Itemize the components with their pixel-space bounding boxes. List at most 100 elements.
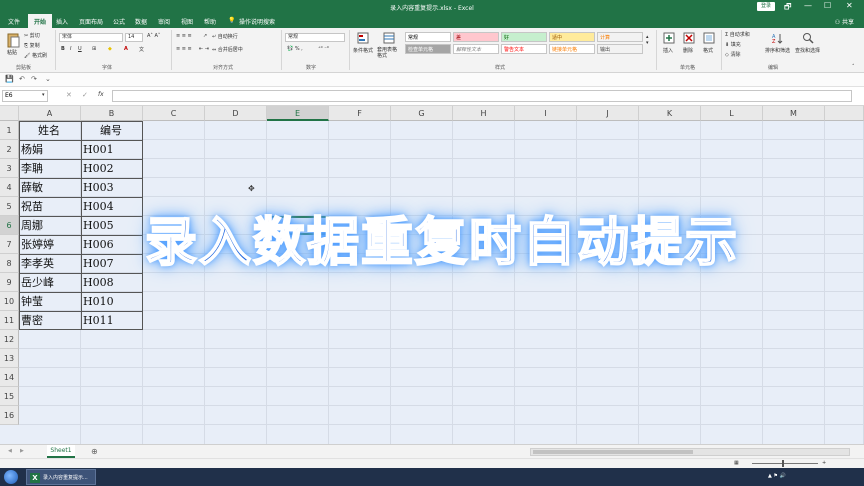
column-header-overflow[interactable]	[825, 106, 864, 121]
row-header-16[interactable]: 16	[0, 406, 19, 425]
row-header-12[interactable]: 12	[0, 330, 19, 349]
tab-home[interactable]: 开始	[28, 14, 53, 28]
row-header-15[interactable]: 15	[0, 387, 19, 406]
maximize-icon[interactable]: ☐	[824, 1, 831, 10]
style-normal[interactable]: 常规	[405, 32, 451, 42]
table-cell[interactable]: H010	[83, 292, 143, 311]
close-icon[interactable]: ✕	[846, 1, 853, 10]
normal-view-icon[interactable]: ▦	[734, 460, 739, 466]
collapse-ribbon-icon[interactable]: ˄	[852, 64, 855, 70]
next-sheet-icon[interactable]: ▶	[20, 448, 24, 454]
row-header-8[interactable]: 8	[0, 254, 19, 273]
tab-formulas[interactable]: 公式	[113, 17, 125, 26]
taskbar-excel-button[interactable]: X 录入内容重复提示...	[26, 469, 96, 485]
tray-icons[interactable]: ▲ ⚑ 🔊	[768, 473, 786, 479]
prev-sheet-icon[interactable]: ◀	[8, 448, 12, 454]
borders-icon[interactable]: ⊞	[92, 46, 96, 52]
column-header-k[interactable]: K	[639, 106, 701, 121]
column-header-j[interactable]: J	[577, 106, 639, 121]
enter-icon[interactable]: ✓	[82, 91, 88, 99]
zoom-slider[interactable]	[752, 460, 818, 467]
table-cell[interactable]: 曹密	[21, 311, 81, 330]
column-header-l[interactable]: L	[701, 106, 763, 121]
column-header-m[interactable]: M	[763, 106, 825, 121]
fill-color-icon[interactable]: ◆	[108, 46, 112, 52]
worksheet-grid[interactable]: ABCDEFGHIJKLM 1 2 3 4 5 6 7 8 9 10 11 12 13 14 15 16 姓名…	[0, 106, 864, 444]
italic-icon[interactable]: I	[70, 46, 71, 52]
tab-file[interactable]: 文件	[8, 17, 20, 26]
style-neutral[interactable]: 适中	[549, 32, 595, 42]
table-cell[interactable]: 李聃	[21, 159, 81, 178]
sheet-tab-sheet1[interactable]: Sheet1	[47, 445, 75, 458]
fx-icon[interactable]: fx	[98, 91, 104, 98]
tell-me-search[interactable]: 操作说明搜索	[239, 17, 275, 26]
style-linked-cell[interactable]: 链接单元格	[549, 44, 595, 54]
merge-center-button[interactable]: ⇔ 合并后居中	[212, 46, 243, 53]
redo-icon[interactable]: ↷	[31, 75, 37, 83]
table-cell[interactable]: H002	[83, 159, 143, 178]
delete-cells-icon[interactable]	[683, 32, 695, 44]
add-sheet-icon[interactable]: ⊕	[91, 447, 98, 456]
column-header-d[interactable]: D	[205, 106, 267, 121]
share-button[interactable]: ⚇ 共享	[835, 17, 854, 26]
font-size-select[interactable]: 14	[125, 33, 143, 42]
style-check-cell[interactable]: 检查单元格	[405, 44, 451, 54]
row-header-6[interactable]: 6	[0, 216, 19, 235]
style-explanatory[interactable]: 解释性文本	[453, 44, 499, 54]
font-name-select[interactable]: 宋体	[59, 33, 123, 42]
row-header-2[interactable]: 2	[0, 140, 19, 159]
format-painter-button[interactable]: 🖌 格式刷	[24, 52, 47, 59]
table-cell[interactable]: 岳少峰	[21, 273, 81, 292]
column-header-a[interactable]: A	[19, 106, 81, 121]
minimize-icon[interactable]: —	[804, 1, 812, 10]
paste-icon[interactable]	[6, 32, 20, 48]
sort-filter-label[interactable]: 排序和筛选	[765, 47, 790, 54]
format-label[interactable]: 格式	[703, 47, 713, 54]
find-select-label[interactable]: 查找和选择	[795, 47, 820, 54]
name-box-dropdown-icon[interactable]: ▾	[42, 92, 45, 98]
table-cell[interactable]: H008	[83, 273, 143, 292]
select-all-corner[interactable]	[0, 106, 19, 121]
left-align-icon[interactable]: ≡ ≡ ≡	[176, 46, 192, 52]
autosum-button[interactable]: Σ 自动求和	[725, 31, 750, 38]
column-header-g[interactable]: G	[391, 106, 453, 121]
font-color-icon[interactable]: A	[124, 46, 128, 52]
ribbon-display-icon[interactable]: 🗗	[784, 1, 792, 15]
column-header-c[interactable]: C	[143, 106, 205, 121]
table-format-label[interactable]: 套用表格格式	[377, 47, 401, 59]
indent-icon[interactable]: ⇤ ⇥	[199, 46, 209, 52]
decimal-icon[interactable]: ⁺⁰ ⁻⁰	[318, 46, 329, 52]
insert-cells-icon[interactable]	[663, 32, 675, 44]
font-grow-icon[interactable]: A˄ A˅	[147, 33, 160, 39]
style-bad[interactable]: 差	[453, 32, 499, 42]
style-warning[interactable]: 警告文本	[501, 44, 547, 54]
zoom-in-icon[interactable]: +	[822, 460, 826, 466]
scroll-thumb[interactable]	[533, 450, 693, 454]
row-header-11[interactable]: 11	[0, 311, 19, 330]
row-header-13[interactable]: 13	[0, 349, 19, 368]
table-header-cell[interactable]: 姓名	[19, 121, 79, 140]
row-header-7[interactable]: 7	[0, 235, 19, 254]
phonetic-icon[interactable]: 文	[139, 46, 144, 53]
bold-icon[interactable]: B	[61, 46, 65, 52]
style-output[interactable]: 输出	[597, 44, 643, 54]
login-button[interactable]: 登录	[757, 2, 775, 11]
column-header-f[interactable]: F	[329, 106, 391, 121]
table-header-cell[interactable]: 编号	[81, 121, 141, 140]
orientation-icon[interactable]: ↗	[203, 33, 207, 39]
conditional-format-icon[interactable]	[357, 32, 369, 44]
insert-label[interactable]: 插入	[663, 47, 673, 54]
styles-scroll-icon[interactable]: ▴ ▾	[646, 34, 649, 46]
row-header-1[interactable]: 1	[0, 121, 19, 140]
row-header-10[interactable]: 10	[0, 292, 19, 311]
table-cell[interactable]: H011	[83, 311, 143, 330]
style-good[interactable]: 好	[501, 32, 547, 42]
table-cell[interactable]: H001	[83, 140, 143, 159]
column-header-e[interactable]: E	[267, 106, 329, 121]
horizontal-scrollbar[interactable]	[530, 448, 850, 456]
table-cell[interactable]: H003	[83, 178, 143, 197]
save-icon[interactable]: 💾	[5, 75, 14, 83]
start-button[interactable]	[4, 470, 18, 484]
table-format-icon[interactable]	[383, 32, 395, 44]
row-header-9[interactable]: 9	[0, 273, 19, 292]
